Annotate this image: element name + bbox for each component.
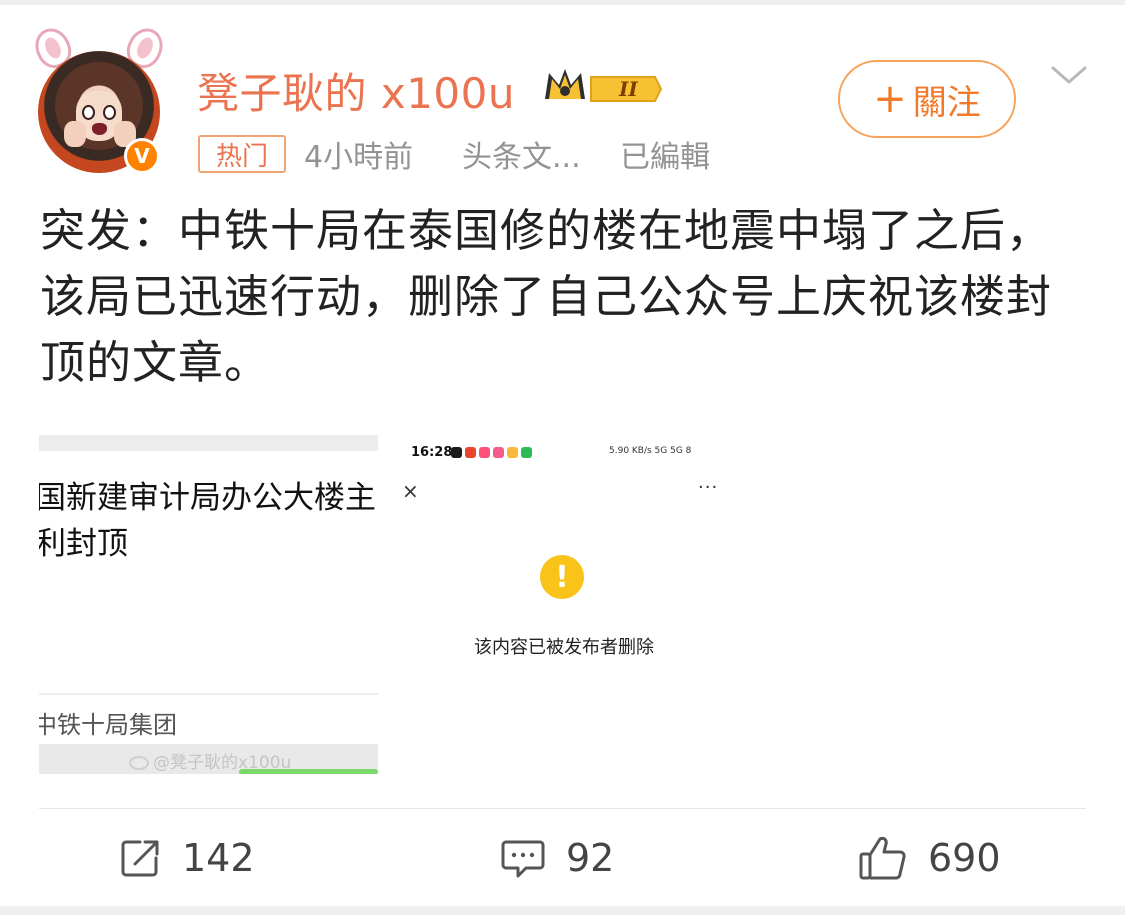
post-image-2[interactable]: 16:28 5.90 KB/s 5G 5G 8 × ··· ! 该内容已被发布者… bbox=[395, 435, 734, 774]
avatar-mouth bbox=[92, 123, 107, 135]
app-icon bbox=[451, 447, 462, 458]
article-title-line1: 国新建审计局办公大楼主 bbox=[39, 480, 376, 516]
app-icon bbox=[479, 447, 490, 458]
app-icon bbox=[465, 447, 476, 458]
warning-icon: ! bbox=[540, 555, 584, 599]
follow-label: 關注 bbox=[912, 82, 981, 123]
post-source[interactable]: 头条文... bbox=[462, 132, 581, 176]
article-author: 中铁十局集团 bbox=[39, 711, 177, 739]
bottom-separator bbox=[0, 906, 1125, 915]
article-title-line2: 利封顶 bbox=[39, 526, 128, 562]
progress-indicator bbox=[239, 769, 378, 774]
close-icon: × bbox=[402, 479, 419, 503]
like-icon bbox=[859, 836, 906, 880]
username[interactable]: 凳子耿的 x100u bbox=[197, 60, 515, 121]
app-icon bbox=[493, 447, 504, 458]
status-bar-indicators: 5.90 KB/s 5G 5G 8 bbox=[609, 446, 692, 456]
top-separator bbox=[0, 0, 1125, 5]
member-level-text: II bbox=[618, 77, 638, 101]
comment-icon bbox=[501, 840, 545, 878]
post-image-1[interactable]: 国新建审计局办公大楼主 利封顶 中铁十局集团 @凳子耿的x100u bbox=[39, 435, 378, 774]
weibo-logo-icon bbox=[129, 756, 149, 770]
verified-badge-icon: V bbox=[124, 138, 160, 174]
status-bar-app-icons bbox=[451, 447, 532, 458]
hot-tag[interactable]: 热门 bbox=[198, 135, 286, 173]
post-text: 突发：中铁十局在泰国修的楼在地震中塌了之后，该局已迅速行动，删除了自己公众号上庆… bbox=[40, 204, 1053, 389]
post-time: 4小時前 bbox=[304, 140, 414, 175]
action-divider bbox=[39, 808, 1086, 809]
comment-button[interactable]: 92 bbox=[500, 828, 614, 888]
app-icon bbox=[507, 447, 518, 458]
image-top-bar bbox=[39, 435, 378, 451]
follow-button[interactable]: + 關注 bbox=[838, 60, 1016, 138]
repost-icon bbox=[121, 840, 159, 877]
like-count: 690 bbox=[928, 836, 1001, 880]
repost-count: 142 bbox=[182, 836, 255, 880]
deleted-message: 该内容已被发布者删除 bbox=[474, 637, 654, 658]
status-bar-time: 16:28 bbox=[411, 445, 453, 460]
avatar-eye bbox=[82, 105, 95, 120]
comment-count: 92 bbox=[566, 836, 615, 880]
repost-button[interactable]: 142 bbox=[118, 828, 255, 888]
avatar-hand bbox=[64, 121, 86, 147]
image-divider bbox=[39, 693, 378, 695]
avatar[interactable]: V bbox=[28, 22, 173, 178]
more-icon: ··· bbox=[698, 477, 719, 498]
edited-label[interactable]: 已編輯 bbox=[620, 132, 710, 176]
chevron-down-icon[interactable] bbox=[1050, 60, 1088, 90]
member-crown-icon: II bbox=[545, 69, 663, 102]
app-icon bbox=[521, 447, 532, 458]
plus-icon: + bbox=[873, 76, 907, 122]
like-button[interactable]: 690 bbox=[858, 828, 1001, 888]
avatar-eye bbox=[103, 105, 116, 120]
